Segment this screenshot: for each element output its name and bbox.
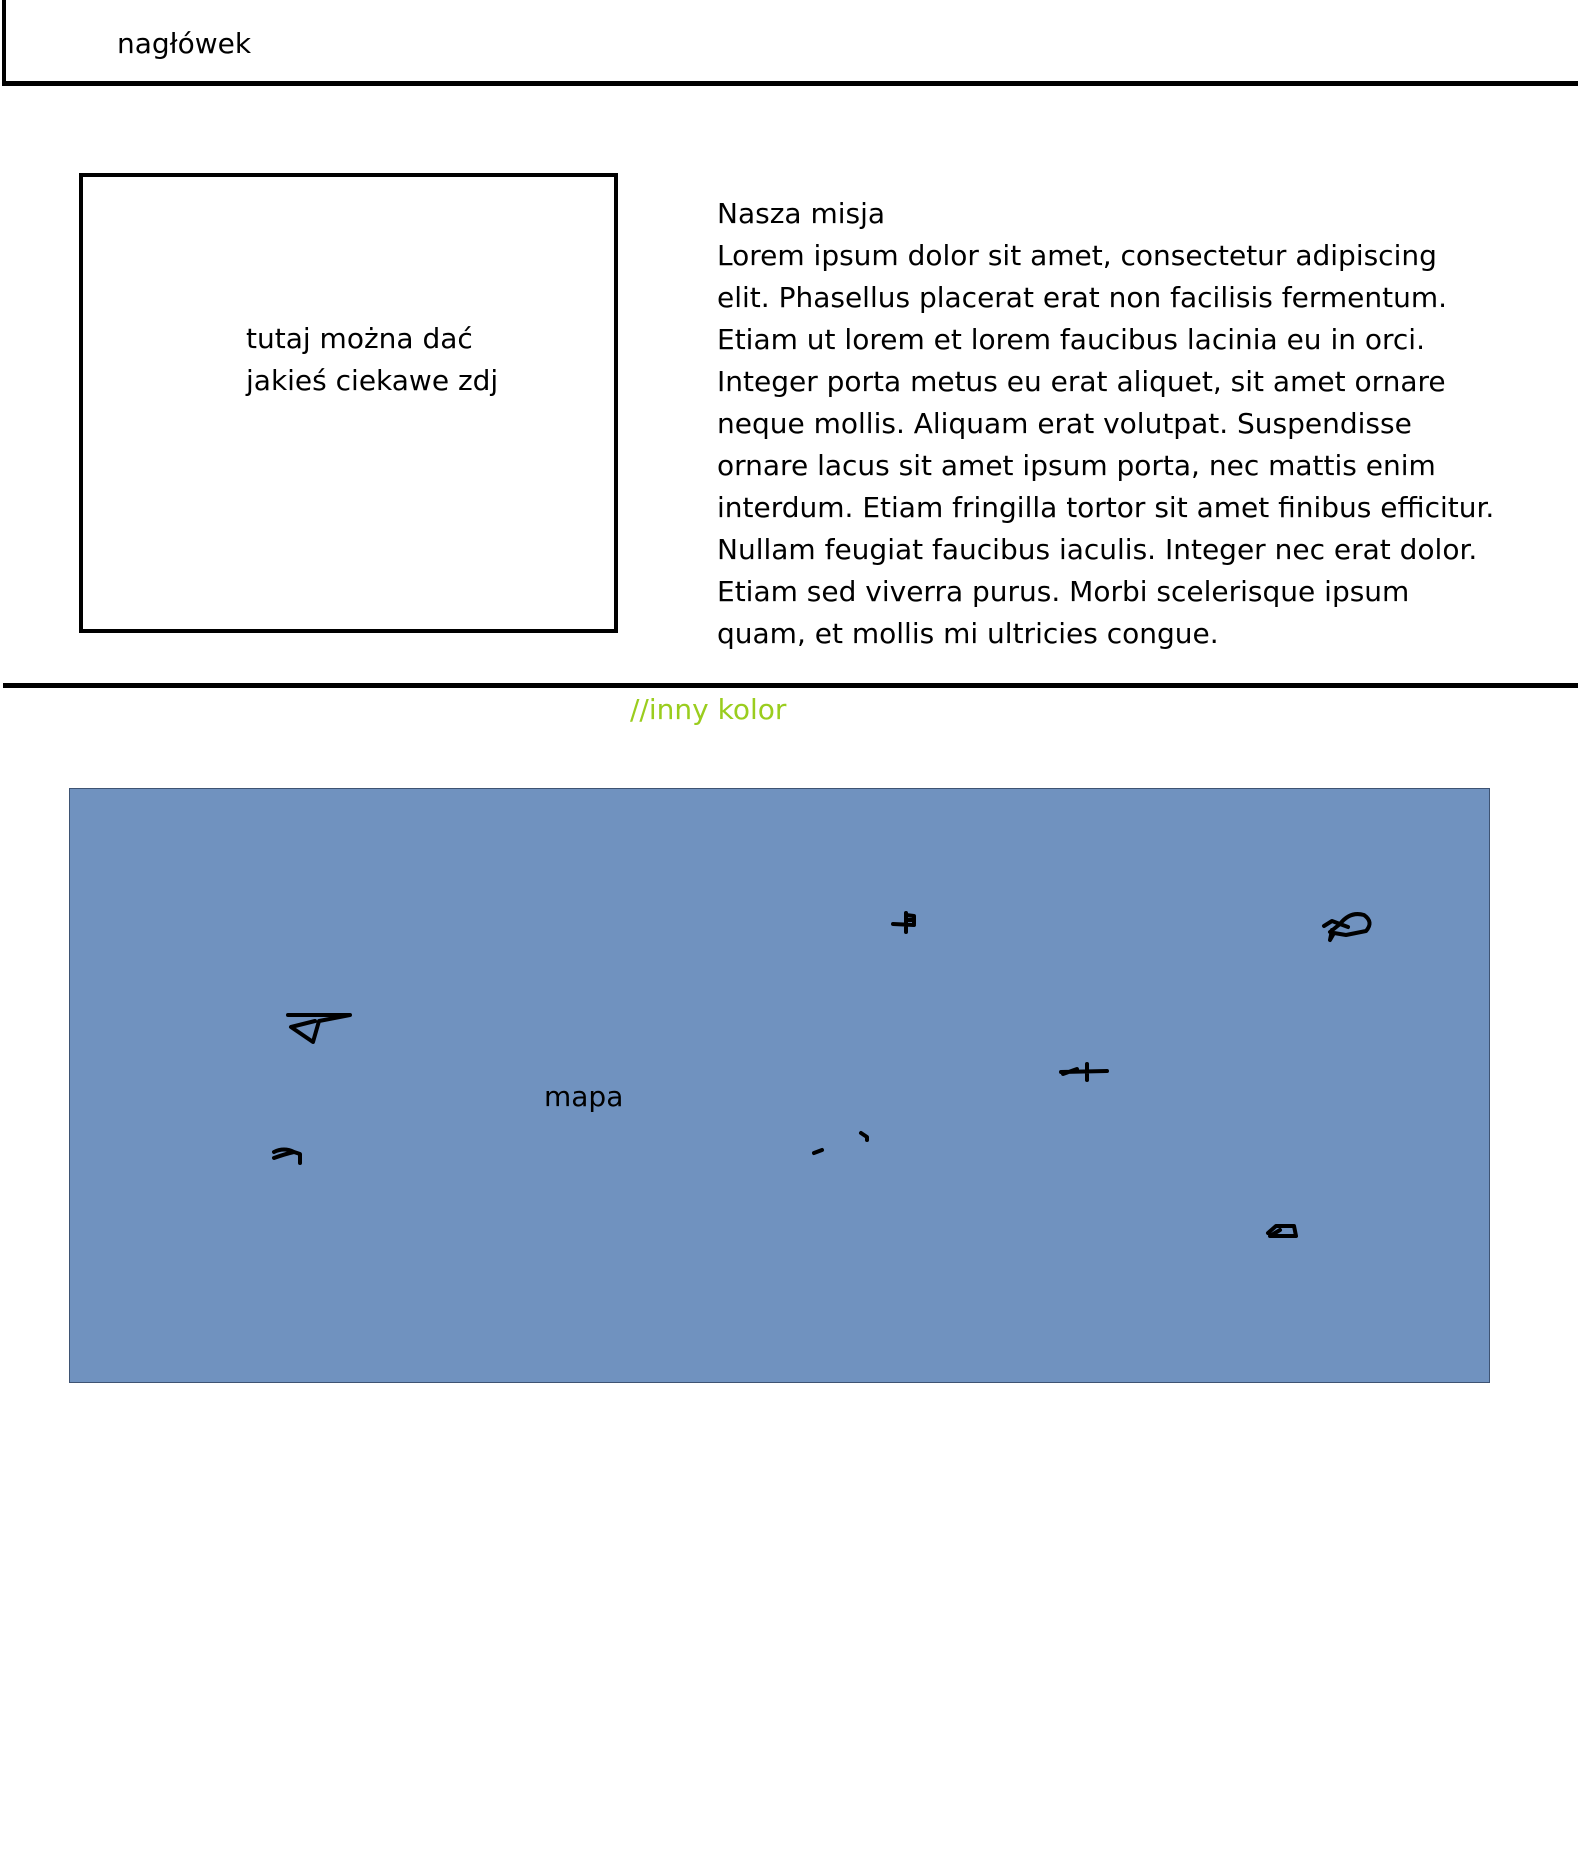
image-placeholder [79, 173, 618, 633]
color-note: //inny kolor [630, 693, 787, 726]
header-title: nagłówek [117, 27, 252, 60]
island-sketch [272, 1147, 302, 1165]
mission-body: Lorem ipsum dolor sit amet, consectetur … [717, 239, 1495, 650]
section-divider [3, 683, 1578, 688]
mission-section: Nasza misja Lorem ipsum dolor sit amet, … [717, 193, 1497, 655]
island-sketch [1266, 1224, 1298, 1238]
map-area[interactable] [69, 788, 1490, 1383]
mission-title: Nasza misja [717, 197, 886, 230]
island-sketch [891, 911, 916, 934]
island-sketch [286, 1013, 352, 1044]
island-sketch [1059, 1062, 1109, 1082]
island-sketch [1322, 912, 1372, 942]
island-sketch [812, 1131, 869, 1155]
image-placeholder-caption: tutaj można dać jakieś ciekawe zdj [246, 322, 499, 397]
map-label: mapa [544, 1080, 624, 1113]
